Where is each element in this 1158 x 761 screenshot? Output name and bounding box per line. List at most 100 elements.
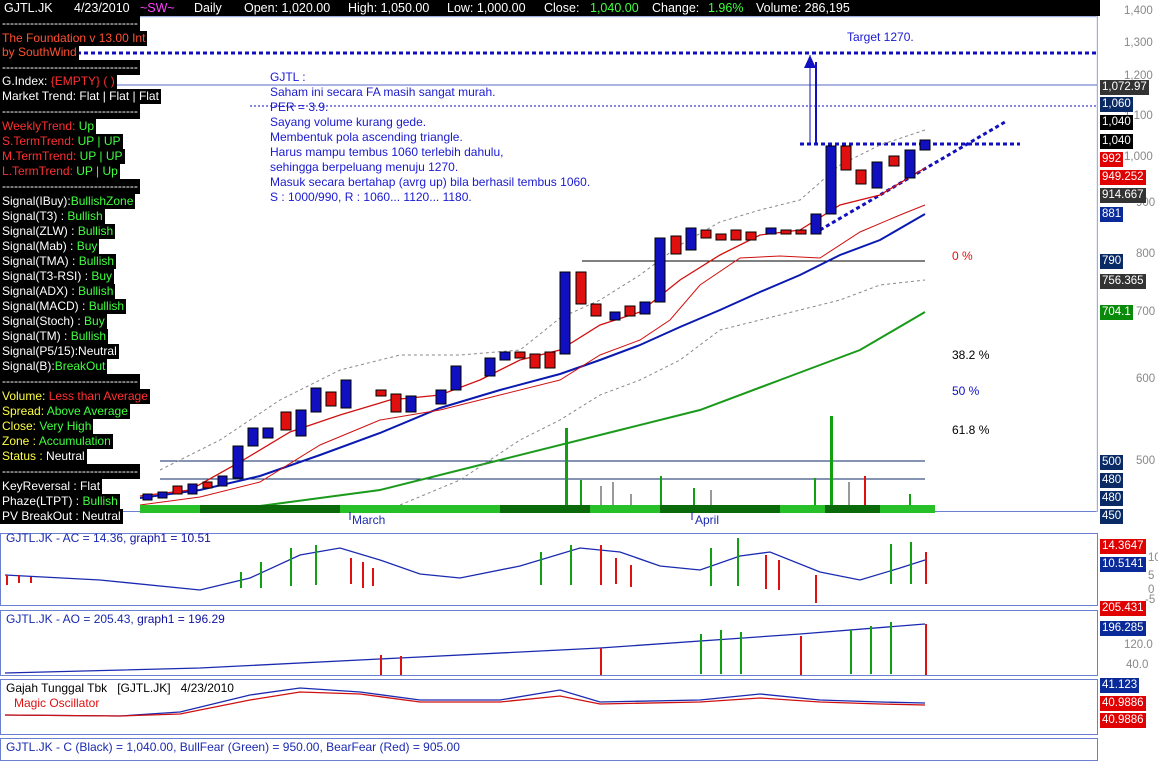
mo-tag: 41.123 xyxy=(1100,678,1140,693)
price-tag: 1,060 xyxy=(1100,97,1133,112)
price-tag: 450 xyxy=(1100,509,1124,524)
annotation-line: Membentuk pola ascending triangle. xyxy=(270,130,463,144)
annotation-line: PER = 3.9. xyxy=(270,100,329,114)
fibo-0: 0 % xyxy=(952,249,973,263)
mterm-trend: M.TermTrend: UP | UP xyxy=(0,149,125,164)
pv-breakout: PV BreakOut : Neutral xyxy=(0,509,123,524)
signal-value: Buy xyxy=(76,239,98,253)
ac-tick: 5 xyxy=(1148,570,1155,582)
annotation-line: Sayang volume kurang gede. xyxy=(270,115,427,129)
signal-value: Buy xyxy=(91,269,113,283)
ao-graph-text: graph1 = 196.29 xyxy=(137,612,225,626)
signal-row: Signal(T3) : Bullish xyxy=(0,209,105,224)
ac-tick: -5 xyxy=(1145,594,1156,606)
price-tag: 704.1 xyxy=(1100,305,1133,320)
chart-graphics xyxy=(0,16,1098,717)
price-tag: 790 xyxy=(1100,254,1124,269)
spread-status-value: Above Average xyxy=(46,404,128,418)
signal-label: Signal(TM) : xyxy=(2,329,68,343)
price-tag: 914.667 xyxy=(1100,188,1146,203)
volume-status-value: Less than Average xyxy=(48,389,148,403)
signal-row: Signal(TMA) : Bullish xyxy=(0,254,117,269)
price-tick: 700 xyxy=(1136,306,1156,318)
divider: ---------------------------------- xyxy=(0,16,140,31)
close-status: Close: Very High xyxy=(0,419,94,434)
signal-label: Signal(P5/15): xyxy=(2,344,79,358)
price-tick: 500 xyxy=(1136,455,1156,467)
price-tag: 1,072.97 xyxy=(1100,80,1149,95)
sterm-trend-value: UP | UP xyxy=(77,134,121,148)
ac-graph-text: graph1 = 10.51 xyxy=(129,531,211,545)
price-tick: 1,000 xyxy=(1124,151,1153,163)
ac-title-text: GJTL.JK - AC = 14.36, xyxy=(6,531,127,545)
price-tick: 800 xyxy=(1136,248,1156,260)
ao-title-text: GJTL.JK - AO = 205.43, xyxy=(6,612,134,626)
annotation-line: Harus mampu tembus 1060 terlebih dahulu, xyxy=(270,145,504,159)
signal-value: Bullish xyxy=(78,284,114,298)
mo-date: 4/23/2010 xyxy=(180,681,234,695)
price-tag: 480 xyxy=(1100,491,1124,506)
divider: ---------------------------------- xyxy=(0,464,140,479)
signal-label: Signal(ADX) : xyxy=(2,284,75,298)
ac-tag: 10.5141 xyxy=(1100,557,1146,572)
signal-value: Neutral xyxy=(78,344,117,358)
signal-row: Signal(T3-RSI) : Buy xyxy=(0,269,115,284)
signal-label: Signal(TMA) : xyxy=(2,254,76,268)
status-value: Neutral xyxy=(46,449,85,463)
foundation-label: The Foundation v 13.00 Int xyxy=(0,31,148,46)
signal-row: Signal(P5/15):Neutral xyxy=(0,344,119,359)
signal-row: Signal(Stoch) : Buy xyxy=(0,314,107,329)
ao-tick: 120.0 xyxy=(1124,639,1153,651)
ao-title: GJTL.JK - AO = 205.43, graph1 = 196.29 xyxy=(6,612,225,626)
zone-status-value: Accumulation xyxy=(38,434,111,448)
volume-status: Volume: Less than Average xyxy=(0,389,150,404)
spread-status-label: Spread: xyxy=(2,404,45,418)
signal-value: BreakOut xyxy=(54,359,106,373)
ac-tag: 14.3647 xyxy=(1100,539,1146,554)
mo-name: Gajah Tunggal Tbk xyxy=(6,681,108,695)
status-row: Status : Neutral xyxy=(0,449,87,464)
signal-label: Signal(B): xyxy=(2,359,55,373)
month-march: March xyxy=(352,513,386,527)
signal-value: Bullish xyxy=(67,209,103,223)
annotation-line: GJTL : xyxy=(270,70,306,84)
signal-value: Bullish xyxy=(88,299,125,313)
ao-tag: 205.431 xyxy=(1100,601,1146,616)
mo-title: Magic Oscillator xyxy=(14,696,100,710)
signal-row: Signal(IBuy):BullishZone xyxy=(0,194,136,209)
signal-row: Signal(ADX) : Bullish xyxy=(0,284,116,299)
volume-status-label: Volume: xyxy=(2,389,46,403)
signal-value: Buy xyxy=(84,314,105,328)
signal-label: Signal(IBuy): xyxy=(2,194,71,208)
signal-value: Bullish xyxy=(70,329,107,343)
price-tick: 1,300 xyxy=(1124,37,1153,49)
signal-label: Signal(T3-RSI) : xyxy=(2,269,89,283)
price-tag: 756.365 xyxy=(1100,274,1146,289)
annotation-line: Saham ini secara FA masih sangat murah. xyxy=(270,85,496,99)
phaze-row: Phaze(LTPT) : Bullish xyxy=(0,494,120,509)
lterm-trend-value: UP | Up xyxy=(76,164,118,178)
weekly-trend-value: Up xyxy=(78,119,95,133)
fibo-618: 61.8 % xyxy=(952,423,990,437)
mterm-trend-label: M.TermTrend: xyxy=(2,149,77,163)
red-ma xyxy=(139,167,926,497)
close-status-value: Very High xyxy=(39,419,92,433)
price-tick: 1,400 xyxy=(1124,5,1153,17)
divider: ---------------------------------- xyxy=(0,60,140,75)
signal-label: Signal(Mab) : xyxy=(2,239,74,253)
signal-row: Signal(B):BreakOut xyxy=(0,359,108,374)
price-tag: 500 xyxy=(1100,455,1124,470)
signal-label: Signal(MACD) : xyxy=(2,299,86,313)
divider: ---------------------------------- xyxy=(0,104,140,119)
signal-value: BullishZone xyxy=(70,194,134,208)
price-tag: 949.252 xyxy=(1100,170,1146,185)
gindex-row: G.Index: {EMPTY} ( ) xyxy=(0,74,117,89)
sterm-trend: S.TermTrend: UP | UP xyxy=(0,134,123,149)
signal-label: Signal(T3) : xyxy=(2,209,65,223)
phaze-label: Phaze(LTPT) : xyxy=(2,494,80,508)
divider: ---------------------------------- xyxy=(0,374,140,389)
author-label: by SouthWind xyxy=(0,45,79,60)
candlesticks xyxy=(142,139,931,501)
market-trend: Market Trend: Flat | Flat | Flat xyxy=(0,89,161,104)
ac-histogram xyxy=(6,538,927,603)
